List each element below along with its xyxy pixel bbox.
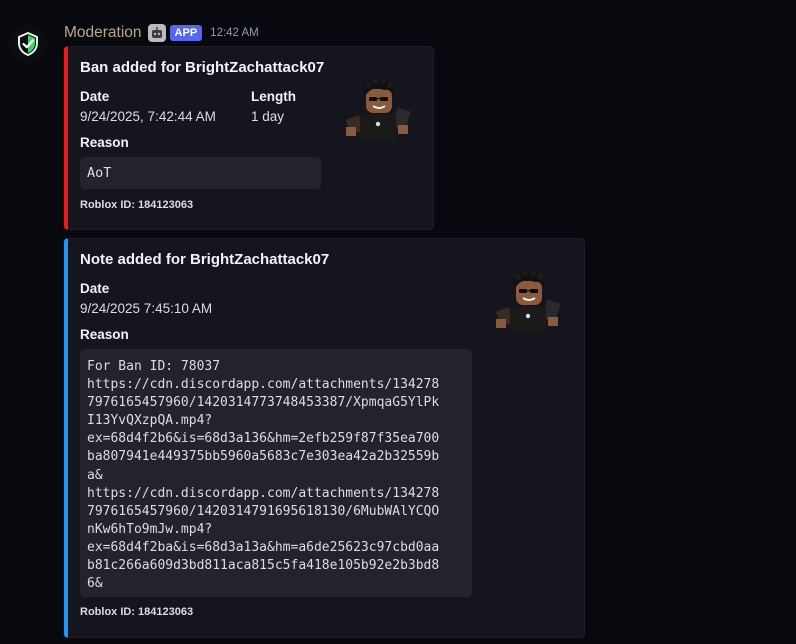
field-value-reason: AoT: [80, 157, 321, 189]
field-name-reason: Reason: [80, 327, 129, 342]
embed-footer: Roblox ID: 184123063: [80, 606, 194, 618]
shield-check-icon: [18, 32, 38, 56]
roblox-avatar-thumbnail[interactable]: [338, 75, 418, 155]
roblox-avatar-thumbnail[interactable]: [488, 267, 568, 347]
field-value-reason[interactable]: For Ban ID: 78037 https://cdn.discordapp…: [80, 349, 472, 597]
app-badge: APP: [169, 25, 203, 41]
author-name[interactable]: Moderation: [64, 24, 142, 42]
field-value-date: 9/24/2025, 7:42:44 AM: [80, 109, 216, 124]
field-name-date: Date: [80, 281, 110, 296]
field-name-date: Date: [80, 89, 110, 104]
bot-avatar[interactable]: [8, 24, 48, 64]
ban-embed: Ban added for BrightZachattack07 Date 9/…: [64, 46, 434, 230]
message: Moderation APP 12:42 AM Ban added for Br…: [64, 22, 796, 638]
field-value-length: 1 day: [251, 109, 285, 124]
note-embed: Note added for BrightZachattack07 Date 9…: [64, 238, 585, 638]
message-timestamp[interactable]: 12:42 AM: [210, 27, 259, 39]
embed-title: Note added for BrightZachattack07: [80, 251, 330, 268]
embed-footer: Roblox ID: 184123063: [80, 199, 194, 211]
robot-icon: [147, 24, 166, 42]
field-name-reason: Reason: [80, 135, 129, 150]
embed-title: Ban added for BrightZachattack07: [80, 59, 325, 76]
message-header: Moderation APP 12:42 AM: [64, 22, 796, 44]
field-value-date: 9/24/2025 7:45:10 AM: [80, 301, 213, 316]
field-name-length: Length: [251, 89, 296, 104]
